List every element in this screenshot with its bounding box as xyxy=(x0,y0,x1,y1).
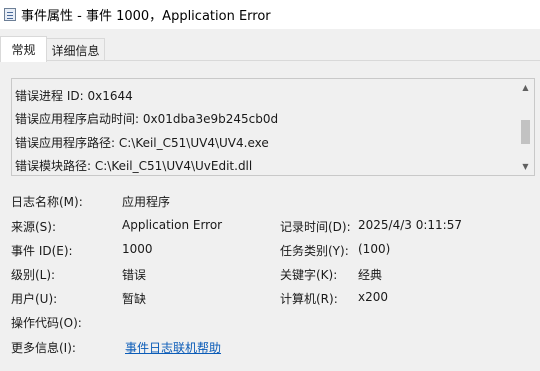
scrollbar-thumb[interactable] xyxy=(521,120,530,144)
event-id-label: 事件 ID(E): xyxy=(11,244,73,258)
event-properties-icon xyxy=(4,8,16,21)
window-title: 事件属性 - 事件 1000，Application Error xyxy=(21,9,271,24)
computer-label: 计算机(R): xyxy=(280,292,338,306)
keywords-label: 关键字(K): xyxy=(280,268,338,282)
description-line: 错误应用程序路径: C:\Keil_C51\UV4\UV4.exe xyxy=(15,136,269,150)
source-value: Application Error xyxy=(122,218,223,232)
opcode-label: 操作代码(O): xyxy=(11,316,82,330)
tab-general[interactable]: 常规 xyxy=(0,36,47,62)
user-value: 暂缺 xyxy=(122,292,147,306)
description-box[interactable]: 错误进程 ID: 0x1644 错误应用程序启动时间: 0x01dba3e9b2… xyxy=(11,78,535,176)
more-info-label: 更多信息(I): xyxy=(11,341,76,355)
chevron-down-icon[interactable]: ▼ xyxy=(517,158,534,175)
task-category-value: (100) xyxy=(358,242,391,256)
description-line: 错误进程 ID: 0x1644 xyxy=(15,89,133,103)
event-id-value: 1000 xyxy=(122,242,153,256)
source-label: 来源(S): xyxy=(11,220,57,234)
tab-details[interactable]: 详细信息 xyxy=(47,38,105,62)
level-value: 错误 xyxy=(122,268,147,282)
computer-value: x200 xyxy=(358,290,389,304)
title-bar: 事件属性 - 事件 1000，Application Error xyxy=(0,0,540,29)
chevron-up-icon[interactable]: ▲ xyxy=(517,79,534,96)
keywords-value: 经典 xyxy=(358,268,383,282)
description-line: 错误模块路径: C:\Keil_C51\UV4\UvEdit.dll xyxy=(15,159,253,173)
log-name-value: 应用程序 xyxy=(122,195,171,209)
online-help-link[interactable]: 事件日志联机帮助 xyxy=(125,339,221,356)
logged-value: 2025/4/3 0:11:57 xyxy=(358,218,462,232)
description-line: 错误应用程序启动时间: 0x01dba3e9b245cb0d xyxy=(15,112,279,126)
user-label: 用户(U): xyxy=(11,292,58,306)
description-scrollbar[interactable]: ▲ ▼ xyxy=(517,79,534,175)
logged-label: 记录时间(D): xyxy=(280,220,351,234)
task-category-label: 任务类别(Y): xyxy=(280,244,349,258)
level-label: 级别(L): xyxy=(11,268,56,282)
log-name-label: 日志名称(M): xyxy=(11,195,83,209)
